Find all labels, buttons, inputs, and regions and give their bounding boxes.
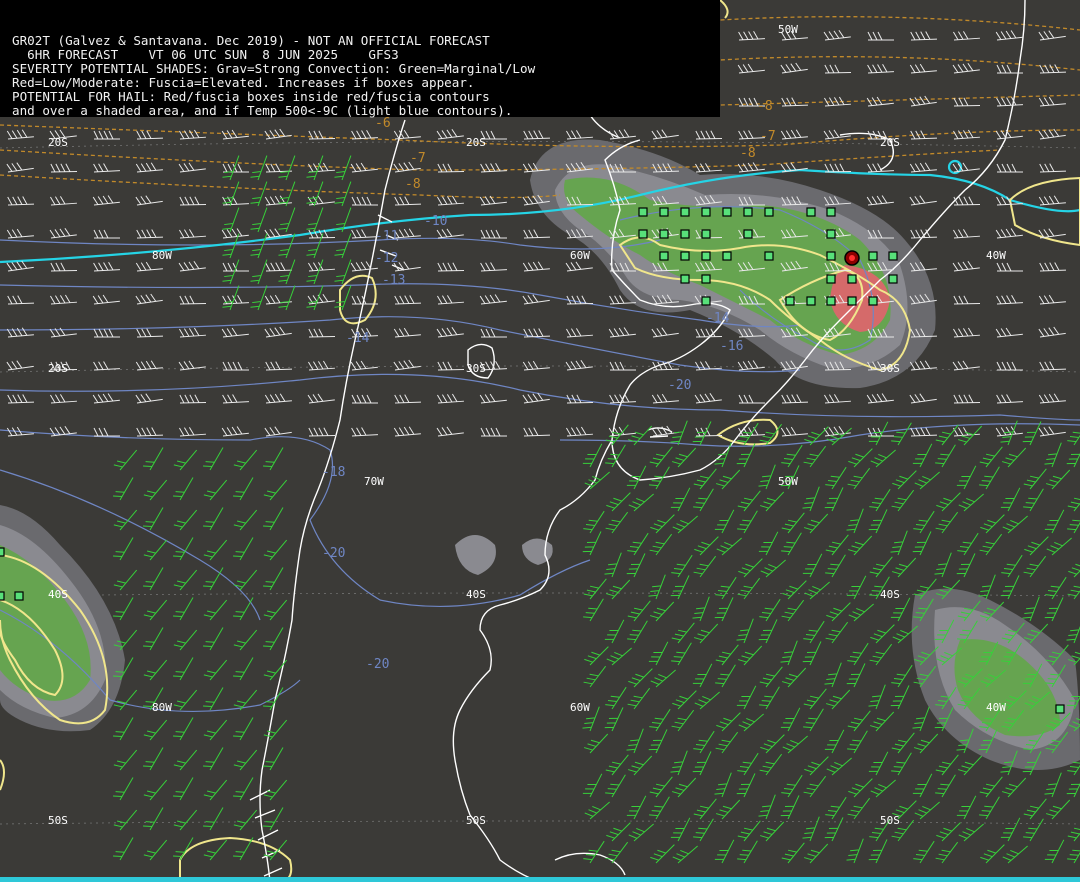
temp-label: -12: [375, 251, 398, 266]
convection-box: [847, 296, 857, 306]
temp-label: -14: [706, 311, 730, 326]
convection-box: [743, 229, 753, 239]
convection-box: [722, 207, 732, 217]
temp-label: -8: [740, 146, 756, 161]
lat-label: 40S: [880, 588, 900, 601]
convection-box: [1055, 704, 1065, 714]
convection-box: [764, 251, 774, 261]
convection-box: [701, 296, 711, 306]
convection-box: [0, 591, 5, 601]
convection-box: [847, 274, 857, 284]
convection-box: [680, 274, 690, 284]
convection-box: [806, 296, 816, 306]
temp-label: -6: [375, 116, 391, 131]
convection-box: [826, 229, 836, 239]
hail-marker: [844, 250, 860, 266]
temp-label: -20: [668, 378, 691, 393]
header-line-1: GR02T (Galvez & Santavana. Dec 2019) - N…: [12, 33, 490, 48]
forecast-map: 20S 20S 20S 20S 30S 30S 40S 40S 40S 50S …: [0, 0, 1080, 882]
convection-box: [722, 251, 732, 261]
lon-label: 80W: [152, 249, 172, 262]
forecast-header: GR02T (Galvez & Santavana. Dec 2019) - N…: [0, 0, 720, 118]
lat-label: 20S: [466, 136, 486, 149]
convection-box: [680, 207, 690, 217]
lon-label: 50W: [778, 23, 798, 36]
lat-label: 40S: [466, 588, 486, 601]
temp-label: -10: [424, 214, 447, 229]
convection-box: [0, 547, 5, 557]
convection-box: [743, 207, 753, 217]
lat-label: 20S: [48, 136, 68, 149]
convection-box: [888, 274, 898, 284]
lat-label: 50S: [48, 814, 68, 827]
convection-box: [659, 229, 669, 239]
convection-box: [14, 591, 24, 601]
lon-label: 60W: [570, 701, 590, 714]
convection-box: [826, 296, 836, 306]
temp-label: -14: [346, 331, 370, 346]
lon-label: 60W: [570, 249, 590, 262]
lon-label: 70W: [364, 475, 384, 488]
lat-label: 50S: [880, 814, 900, 827]
header-line-4: Red=Low/Moderate: Fuscia=Elevated. Incre…: [12, 75, 475, 90]
temp-label: -20: [366, 657, 389, 672]
temp-label: -8: [757, 99, 773, 114]
header-line-5: POTENTIAL FOR HAIL: Red/fuscia boxes ins…: [12, 89, 490, 104]
lon-label: 40W: [986, 701, 1006, 714]
convection-box: [701, 251, 711, 261]
convection-box: [680, 251, 690, 261]
convection-box: [888, 251, 898, 261]
lat-label: 30S: [880, 362, 900, 375]
convection-box: [868, 251, 878, 261]
lat-label: 20S: [48, 362, 68, 375]
convection-box: [680, 229, 690, 239]
temp-label: -20: [322, 546, 345, 561]
header-line-3: SEVERITY POTENTIAL SHADES: Grav=Strong C…: [12, 61, 536, 76]
lon-label: 40W: [986, 249, 1006, 262]
lat-label: 20S: [880, 136, 900, 149]
temp-label: -7: [760, 129, 776, 144]
convection-box: [826, 274, 836, 284]
temp-label: -11: [375, 229, 398, 244]
convection-box: [806, 207, 816, 217]
convection-box: [659, 207, 669, 217]
convection-box: [785, 296, 795, 306]
convection-box: [826, 251, 836, 261]
convection-box: [659, 251, 669, 261]
convection-box: [868, 296, 878, 306]
lon-label: 50W: [778, 475, 798, 488]
convection-box: [638, 229, 648, 239]
convection-box: [638, 207, 648, 217]
temp-label: -13: [382, 273, 405, 288]
temp-label: -18: [322, 465, 345, 480]
convection-box: [701, 229, 711, 239]
temp-label: -8: [405, 177, 421, 192]
temp-label: -16: [720, 339, 743, 354]
convection-box: [764, 207, 774, 217]
lat-label: 50S: [466, 814, 486, 827]
convection-box: [701, 274, 711, 284]
convection-box: [826, 207, 836, 217]
bottom-border: [0, 877, 1080, 882]
lat-label: 40S: [48, 588, 68, 601]
temp-label: -7: [410, 151, 426, 166]
header-line-6: and over a shaded area, and if Temp 500<…: [12, 103, 513, 118]
lat-label: 30S: [466, 362, 486, 375]
header-line-2: 6HR FORECAST VT 06 UTC SUN 8 JUN 2025 GF…: [12, 47, 399, 62]
lon-label: 80W: [152, 701, 172, 714]
convection-box: [701, 207, 711, 217]
